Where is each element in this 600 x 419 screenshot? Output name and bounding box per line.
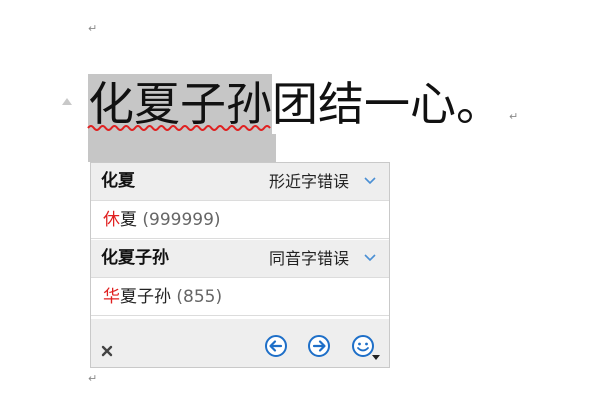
suggestion-count: (855) (176, 287, 223, 307)
collapse-triangle-icon[interactable] (62, 98, 72, 105)
suggestion-count: (999999) (142, 210, 221, 230)
next-arrow-icon[interactable] (307, 334, 331, 358)
suggestion-rest: 夏子孙 (120, 287, 171, 307)
chevron-down-icon[interactable] (363, 175, 377, 187)
selected-text: 化夏子孙 (88, 77, 272, 131)
spelling-squiggle-underline (87, 125, 271, 131)
suggestion-item[interactable]: 休夏 (999999) (91, 201, 389, 239)
suggestion-item[interactable]: 华夏子孙 (855) (91, 278, 389, 316)
paragraph-mark: ↵ (88, 372, 98, 385)
chevron-down-icon[interactable] (363, 252, 377, 264)
spellcheck-suggestion-panel: 化夏 形近字错误 休夏 (999999) 化夏子孙 同音字错误 华夏子孙 (85… (90, 162, 390, 368)
smiley-menu-icon[interactable] (351, 334, 381, 362)
sentence-remainder: 团结一心。 (272, 77, 502, 131)
paragraph-mark: ↵ (88, 22, 98, 35)
selection-highlight (88, 134, 276, 162)
panel-footer (91, 319, 389, 367)
prev-arrow-icon[interactable] (264, 334, 288, 358)
error-type-label: 同音字错误 (268, 249, 349, 268)
selected-misspelled-text[interactable]: 化夏子孙 (87, 74, 272, 134)
close-icon[interactable] (101, 345, 113, 357)
error-group-header: 化夏 形近字错误 (91, 163, 389, 201)
corrected-char: 华 (103, 287, 120, 307)
error-type-label: 形近字错误 (268, 172, 349, 191)
error-word: 化夏子孙 (101, 248, 169, 268)
error-word: 化夏 (101, 171, 135, 191)
paragraph-mark: ↵ (509, 110, 519, 123)
corrected-char: 休 (103, 210, 120, 230)
suggestion-rest: 夏 (120, 210, 137, 230)
error-group-header: 化夏子孙 同音字错误 (91, 240, 389, 278)
document-sentence[interactable]: 化夏子孙 团结一心。 (87, 74, 502, 134)
